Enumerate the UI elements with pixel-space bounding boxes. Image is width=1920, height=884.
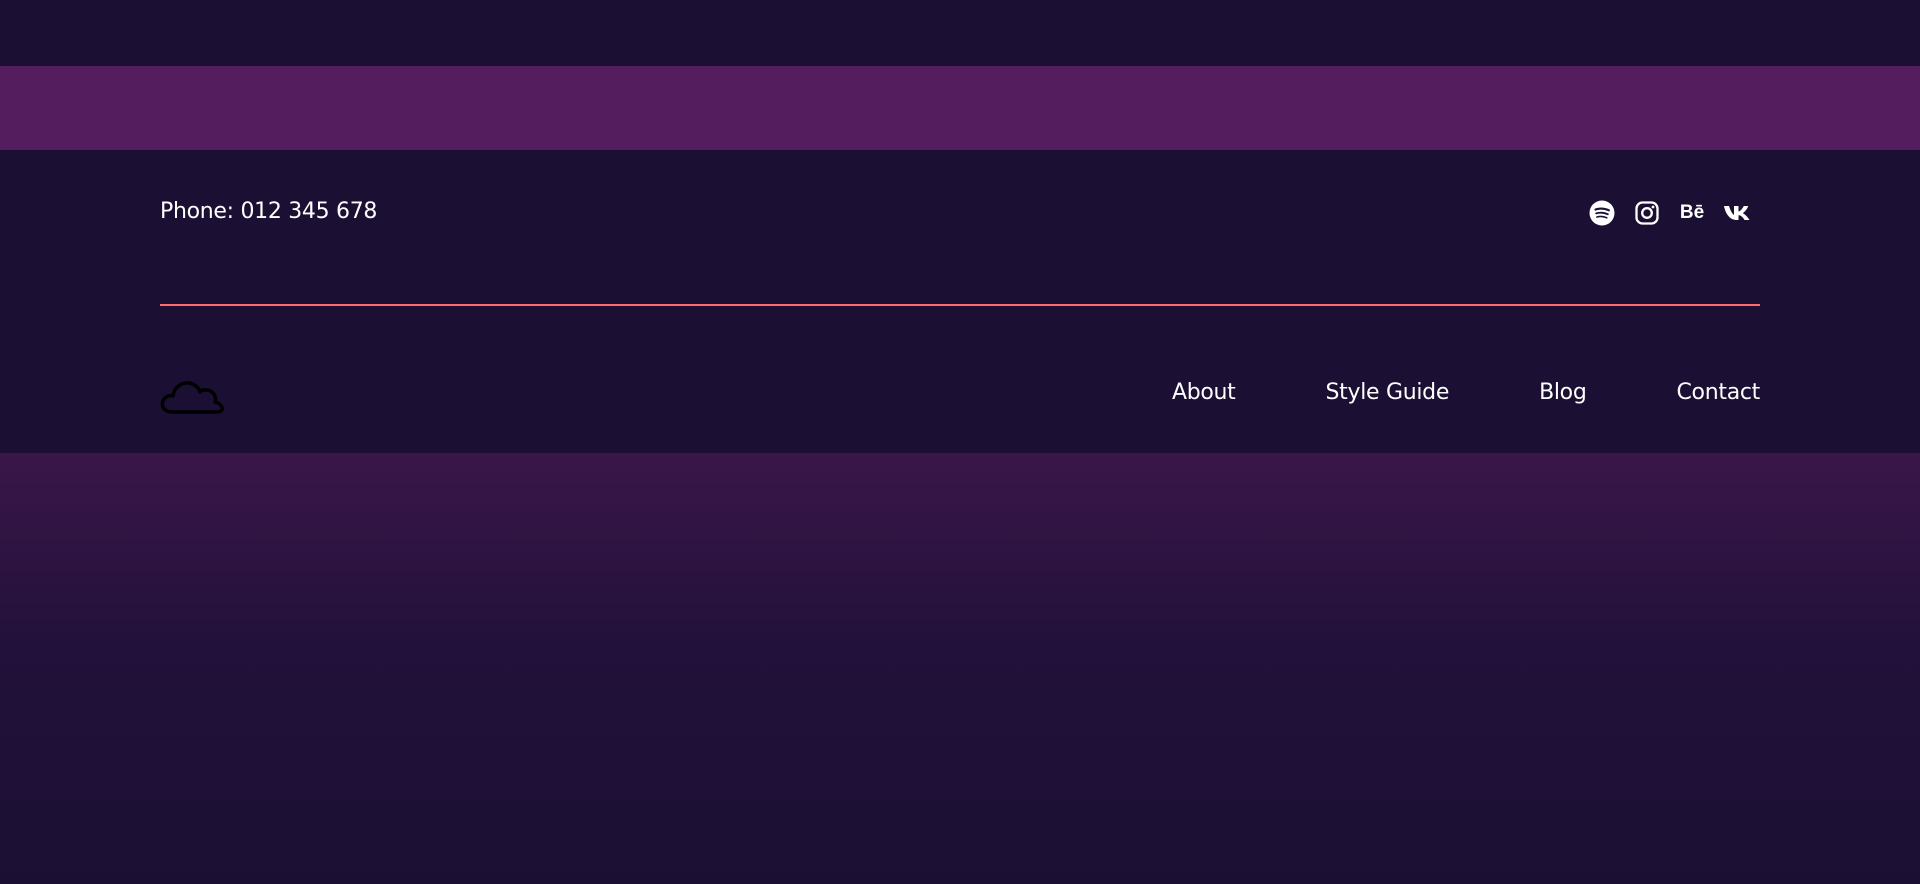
- purple-band: [0, 66, 1920, 150]
- nav-blog[interactable]: Blog: [1539, 378, 1587, 408]
- cloud-icon: [160, 381, 224, 414]
- nav-contact[interactable]: Contact: [1677, 378, 1761, 408]
- vk-link[interactable]: [1723, 199, 1751, 227]
- nav-about[interactable]: About: [1172, 378, 1236, 408]
- phone-number: Phone: 012 345 678: [160, 199, 378, 224]
- instagram-icon: [1635, 201, 1659, 225]
- vk-icon: [1724, 206, 1750, 220]
- gradient-background: [0, 453, 1920, 884]
- behance-icon: Bē: [1679, 202, 1705, 223]
- logo-link[interactable]: [160, 376, 224, 416]
- top-strip: [0, 0, 1920, 66]
- footer-nav: About Style Guide Blog Contact: [1172, 378, 1760, 408]
- site-footer: Phone: 012 345 678 Bē About Style Guide …: [0, 150, 1920, 453]
- social-links: Bē: [1588, 199, 1751, 227]
- spotify-icon: [1589, 200, 1615, 226]
- footer-divider: [160, 304, 1760, 306]
- behance-link[interactable]: Bē: [1678, 199, 1706, 227]
- spotify-link[interactable]: [1588, 199, 1616, 227]
- instagram-link[interactable]: [1633, 199, 1661, 227]
- nav-style-guide[interactable]: Style Guide: [1326, 378, 1450, 408]
